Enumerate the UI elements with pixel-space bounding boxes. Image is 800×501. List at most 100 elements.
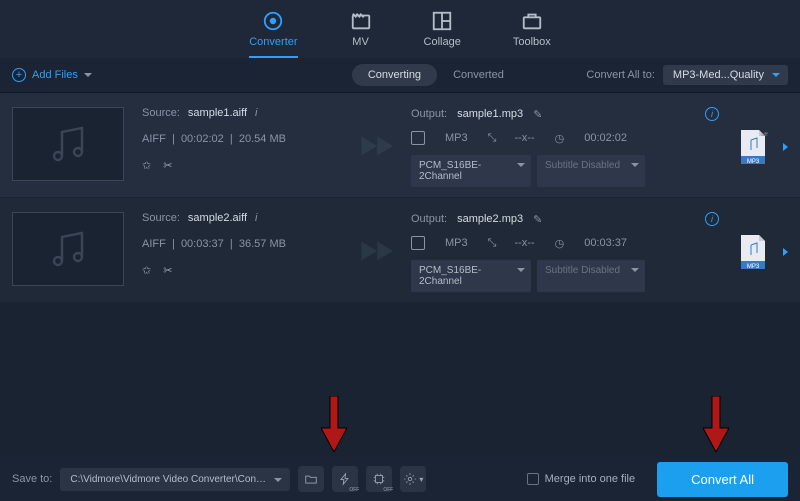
chevron-down-icon (631, 268, 639, 272)
star-icon[interactable]: ✩ (142, 159, 151, 172)
tab-label: Converter (249, 36, 297, 48)
thumbnail[interactable] (12, 212, 124, 286)
output-name: sample1.mp3 (457, 108, 523, 120)
settings-button[interactable]: ▾ (400, 466, 426, 492)
output-info: Output: sample2.mp3 ✎ i MP3 ⤡ --x-- ◷ 00… (411, 212, 719, 292)
edit-icon[interactable]: ✎ (533, 108, 542, 121)
output-file-icon[interactable]: MP3 (737, 233, 769, 271)
tab-mv[interactable]: MV (350, 10, 372, 58)
file-row: Source: sample1.aiff i AIFF | 00:02:02 |… (0, 93, 800, 198)
chevron-down-icon (274, 478, 282, 482)
format-chevron-icon[interactable] (783, 143, 788, 151)
music-note-icon (44, 120, 92, 168)
save-path-select[interactable]: C:\Vidmore\Vidmore Video Converter\Conve… (60, 468, 290, 491)
sub-tab-converting[interactable]: Converting (352, 64, 437, 86)
toolbox-icon (521, 10, 543, 32)
source-meta: AIFF | 00:03:37 | 36.57 MB (142, 238, 337, 250)
file-right: MP3 aiff (737, 107, 788, 187)
output-info: Output: sample1.mp3 ✎ i MP3 ⤡ --x-- ◷ 00… (411, 107, 719, 187)
file-list: Source: sample1.aiff i AIFF | 00:02:02 |… (0, 93, 800, 303)
collage-icon (431, 10, 453, 32)
tab-converter[interactable]: Converter (249, 10, 297, 58)
source-prefix: Source: (142, 212, 180, 224)
convert-all-to: Convert All to: MP3-Med...Quality (586, 65, 788, 85)
folder-icon (304, 472, 318, 486)
format-box-icon (411, 131, 425, 145)
cut-icon[interactable]: ✂ (163, 264, 172, 277)
output-prefix: Output: (411, 213, 447, 225)
source-tools: ✩ ✂ (142, 159, 337, 172)
merge-checkbox[interactable]: Merge into one file (527, 473, 636, 485)
out-duration: 00:02:02 (584, 132, 627, 144)
chevron-down-icon (631, 163, 639, 167)
svg-text:MP3: MP3 (747, 264, 760, 270)
clock-icon: ◷ (555, 132, 565, 145)
subtitle-select[interactable]: Subtitle Disabled (537, 260, 645, 292)
chevron-down-icon (772, 73, 780, 77)
sub-tab-converted[interactable]: Converted (437, 64, 520, 86)
star-icon[interactable]: ✩ (142, 264, 151, 277)
info-icon[interactable]: i (255, 212, 257, 224)
codec-select[interactable]: PCM_S16BE-2Channel (411, 155, 531, 187)
format-box-icon (411, 236, 425, 250)
info-icon[interactable]: i (705, 212, 719, 226)
annotation-arrow (321, 396, 347, 452)
save-to-label: Save to: (12, 473, 52, 485)
checkbox-icon (527, 473, 539, 485)
source-name: sample1.aiff (188, 107, 247, 119)
chevron-down-icon: ▾ (419, 475, 423, 484)
music-note-icon (44, 225, 92, 273)
output-name: sample2.mp3 (457, 213, 523, 225)
annotation-arrow (703, 396, 729, 452)
arrow-icon (355, 232, 393, 273)
out-format: MP3 (445, 132, 468, 144)
tab-label: Collage (424, 36, 461, 48)
cut-icon[interactable]: ✂ (163, 159, 172, 172)
out-resolution: --x-- (514, 237, 534, 249)
off-label: OFF (349, 487, 359, 493)
info-icon[interactable]: i (255, 107, 257, 119)
subtitle-select[interactable]: Subtitle Disabled (537, 155, 645, 187)
convert-all-format-select[interactable]: MP3-Med...Quality (663, 65, 788, 85)
flash-off-button[interactable]: OFF (332, 466, 358, 492)
tab-toolbox[interactable]: Toolbox (513, 10, 551, 58)
out-format: MP3 (445, 237, 468, 249)
format-chevron-icon[interactable] (783, 248, 788, 256)
resize-icon: ⤡ (488, 237, 495, 250)
tab-collage[interactable]: Collage (424, 10, 461, 58)
clock-icon: ◷ (555, 237, 565, 250)
converter-icon (262, 10, 284, 32)
svg-text:MP3: MP3 (747, 159, 760, 165)
tab-label: Toolbox (513, 36, 551, 48)
open-folder-button[interactable] (298, 466, 324, 492)
source-prefix: Source: (142, 107, 180, 119)
info-icon[interactable]: i (705, 107, 719, 121)
tab-label: MV (352, 36, 369, 48)
mv-icon (350, 10, 372, 32)
add-files-button[interactable]: + Add Files (12, 68, 92, 82)
merge-label: Merge into one file (545, 473, 636, 485)
source-info: Source: sample2.aiff i AIFF | 00:03:37 |… (142, 212, 337, 292)
output-file-icon[interactable]: MP3 aiff (737, 128, 769, 166)
chevron-down-icon (517, 268, 525, 272)
resize-icon: ⤡ (488, 132, 495, 145)
chevron-down-icon (517, 163, 525, 167)
out-resolution: --x-- (514, 132, 534, 144)
flash-icon (338, 472, 352, 486)
gpu-off-button[interactable]: OFF (366, 466, 392, 492)
bottom-bar: Save to: C:\Vidmore\Vidmore Video Conver… (0, 457, 800, 501)
thumbnail[interactable] (12, 107, 124, 181)
edit-icon[interactable]: ✎ (533, 213, 542, 226)
source-info: Source: sample1.aiff i AIFF | 00:02:02 |… (142, 107, 337, 187)
convert-all-to-label: Convert All to: (586, 69, 654, 81)
save-path-value: C:\Vidmore\Vidmore Video Converter\Conve… (70, 474, 283, 485)
codec-select[interactable]: PCM_S16BE-2Channel (411, 260, 531, 292)
convert-all-button[interactable]: Convert All (657, 462, 788, 497)
svg-text:aiff: aiff (761, 132, 768, 138)
file-right: MP3 (737, 212, 788, 292)
plus-icon: + (12, 68, 26, 82)
source-name: sample2.aiff (188, 212, 247, 224)
source-meta: AIFF | 00:02:02 | 20.54 MB (142, 133, 337, 145)
source-tools: ✩ ✂ (142, 264, 337, 277)
file-row: Source: sample2.aiff i AIFF | 00:03:37 |… (0, 198, 800, 303)
